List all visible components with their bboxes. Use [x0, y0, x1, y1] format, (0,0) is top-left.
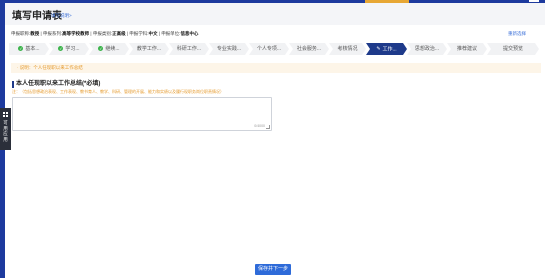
info-label: 申报系列: [42, 31, 63, 36]
check-icon: ✓ [19, 46, 23, 52]
step-political-ideology[interactable]: 思想政治... [407, 43, 447, 55]
step-professional-practice[interactable]: 专业实践... [209, 43, 249, 55]
step-label: 个人专项... [256, 46, 282, 52]
step-label: 科研工作... [176, 46, 202, 52]
step-label: 学习... [65, 46, 80, 52]
step-teaching-work[interactable]: 教学工作... [129, 43, 169, 55]
section-note: 注：（包括思想政治表现、工作表现、教书育人、教学、科研、管理的开展、能力和实绩以… [12, 89, 224, 94]
available-apps-tab[interactable]: 可用应用 [0, 108, 11, 150]
step-assessment[interactable]: 考核情况 [329, 43, 366, 55]
step-submit-preview[interactable]: 提交预览 [487, 43, 539, 55]
application-form-page: 填写申请表 填写说明> 申报职称:教授 | 申报系列:高等学校教师 | 申报类别… [5, 3, 545, 278]
info-label: 申报学科: [129, 31, 149, 36]
info-value: 教授 [30, 31, 40, 36]
section-title: 本人任现职以来工作总结(*必填) [16, 81, 101, 87]
step-work-summary[interactable]: ✎ 工作... [366, 43, 407, 55]
step-label: 社会服务... [296, 46, 322, 52]
tip-text: · 说明：个人任现职以来工作总结 [17, 65, 83, 70]
section-marker [12, 81, 14, 88]
step-education[interactable]: ✓ 学习... [49, 43, 89, 55]
character-counter: 0/4000 [254, 124, 265, 128]
step-personal-special[interactable]: 个人专项... [249, 43, 289, 55]
applicant-info-bar: 申报职称:教授 | 申报系列:高等学校教师 | 申报类别:正高级 | 申报学科:… [11, 31, 198, 37]
grid-icon [3, 112, 8, 117]
page-header: 填写申请表 填写说明> [5, 3, 545, 25]
info-label: 申报单位: [161, 31, 181, 36]
step-label: 专业实践... [216, 46, 242, 52]
tip-bar: · 说明：个人任现职以来工作总结 [11, 63, 541, 73]
step-label: 推荐建议 [456, 46, 477, 52]
step-label: 教学工作... [136, 46, 162, 52]
step-label: 考核情况 [337, 46, 358, 52]
info-value: 中文 [148, 31, 158, 36]
step-research-work[interactable]: 科研工作... [169, 43, 209, 55]
step-social-service[interactable]: 社会服务... [289, 43, 329, 55]
pencil-icon: ✎ [376, 46, 381, 52]
reselect-link[interactable]: 重新选择 [508, 31, 526, 37]
step-navigation: ✓ 基本... ✓ 学习... ✓ 继续... 教学工作... 科研工作... 专业实… [9, 43, 539, 55]
info-value: 信息中心 [180, 31, 199, 36]
info-label: 申报职称: [11, 31, 31, 36]
step-continuing-education[interactable]: ✓ 继续... [89, 43, 129, 55]
work-summary-textarea[interactable]: 0/4000 [12, 97, 272, 131]
check-icon: ✓ [99, 46, 103, 52]
info-value: 高等学校教师 [62, 31, 90, 36]
side-tab-label: 可用应用 [3, 120, 8, 142]
help-link[interactable]: 填写说明> [51, 13, 72, 19]
info-value: 正高级 [112, 31, 126, 36]
step-label: 工作... [382, 46, 397, 53]
step-recommendation[interactable]: 推荐建议 [447, 43, 487, 55]
step-label: 提交预览 [502, 46, 523, 52]
info-label: 申报类别: [92, 31, 113, 36]
step-label: 继续... [105, 46, 120, 52]
window-close-icon[interactable] [529, 0, 539, 2]
step-basic-info[interactable]: ✓ 基本... [9, 43, 49, 55]
step-label: 思想政治... [414, 46, 440, 52]
check-icon: ✓ [59, 46, 63, 52]
resize-handle-icon[interactable] [266, 125, 270, 129]
save-and-next-button[interactable]: 保存并下一步 [255, 264, 291, 275]
step-label: 基本... [25, 46, 40, 52]
right-edge-panel [545, 0, 554, 278]
